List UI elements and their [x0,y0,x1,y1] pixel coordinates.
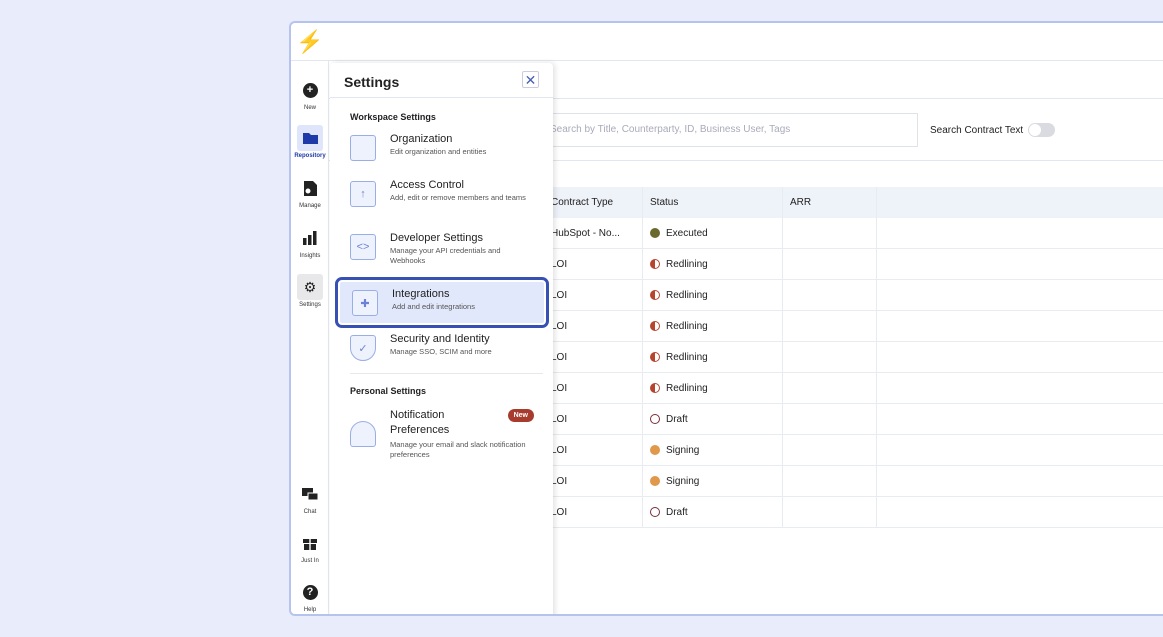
status-dot-icon [650,476,660,486]
left-rail: + New Repository Manage Insights ⚙ Setting… [291,61,329,614]
settings-item-access-control[interactable]: ↑ Access Control Add, edit or remove membe… [338,173,546,218]
settings-panel: Settings ✕ Workspace Settings Organizati… [330,63,553,614]
gift-icon [297,530,323,556]
table-row[interactable]: LOI Redlining [509,280,1163,311]
status-dot-icon [650,352,660,362]
bar-chart-icon [297,225,323,251]
plus-circle-icon: + [297,77,323,103]
settings-item-notification-preferences[interactable]: Notification Preferences Manage your emai… [338,403,546,463]
status-dot-icon [650,507,660,517]
lock-icon: ↑ [350,181,376,207]
app-window: ⚡ + New Repository Manage Insights ⚙ Setti… [289,21,1163,616]
status-cell: Redlining [643,373,783,403]
building-icon [350,135,376,161]
arr-cell [783,280,877,310]
document-gear-icon [297,175,323,201]
status-dot-icon [650,228,660,238]
status-cell: Executed [643,218,783,248]
help-icon: ? [297,579,323,605]
table-row[interactable]: HubSpot - No... Executed [509,218,1163,249]
puzzle-icon: ✚ [352,290,378,316]
rail-help[interactable]: ? Help [291,579,329,613]
rail-new[interactable]: + New [291,77,329,111]
top-bar: ⚡ [291,23,1163,61]
rail-chat[interactable]: Chat [291,481,329,515]
arr-cell [783,373,877,403]
bell-icon [350,421,376,447]
folder-icon [297,125,323,151]
settings-item-developer-settings[interactable]: <> Developer Settings Manage your API cred… [338,226,546,271]
gear-icon: ⚙ [297,274,323,300]
table-row[interactable]: LOI Signing [509,466,1163,497]
arr-cell [783,249,877,279]
table-row[interactable]: LOI Redlining [509,311,1163,342]
rail-repository[interactable]: Repository [291,125,329,159]
status-dot-icon [650,290,660,300]
status-dot-icon [650,383,660,393]
arr-cell [783,435,877,465]
table-header: Contract Type Status ARR [509,187,1163,218]
status-dot-icon [650,414,660,424]
panel-title: Settings [344,74,400,90]
close-icon[interactable]: ✕ [522,71,539,88]
table-row[interactable]: LOI Redlining [509,342,1163,373]
status-cell: Redlining [643,249,783,279]
settings-item-security[interactable]: ✓ Security and Identity Manage SSO, SCIM a… [338,327,546,372]
status-dot-icon [650,259,660,269]
rail-settings[interactable]: ⚙ Settings [291,274,329,308]
chat-icon [297,481,323,507]
shield-check-icon: ✓ [350,335,376,361]
status-dot-icon [650,445,660,455]
toggle-switch[interactable] [1028,123,1056,137]
table-row[interactable]: LOI Signing [509,435,1163,466]
table-row[interactable]: LOI Draft [509,404,1163,435]
status-cell: Draft [643,404,783,434]
contracts-table: Contract Type Status ARR HubSpot - No...… [509,187,1163,528]
table-row[interactable]: LOI Redlining [509,249,1163,280]
rail-insights[interactable]: Insights [291,225,329,259]
search-contract-text-toggle[interactable]: Search Contract Text [917,113,1074,147]
status-cell: Redlining [643,342,783,372]
settings-item-organization[interactable]: Organization Edit organization and entiti… [338,127,546,172]
rail-manage[interactable]: Manage [291,175,329,209]
table-row[interactable]: LOI Draft [509,497,1163,528]
arr-cell [783,342,877,372]
status-cell: Draft [643,497,783,527]
arr-cell [783,497,877,527]
arr-cell [783,466,877,496]
status-cell: Signing [643,466,783,496]
status-cell: Signing [643,435,783,465]
arr-cell [783,404,877,434]
lightning-logo-icon[interactable]: ⚡ [291,23,329,61]
status-cell: Redlining [643,280,783,310]
rail-just-in[interactable]: Just In [291,530,329,564]
code-icon: <> [350,234,376,260]
arr-cell [783,218,877,248]
table-row[interactable]: LOI Redlining [509,373,1163,404]
settings-item-integrations[interactable]: ✚ Integrations Add and edit integrations [335,277,549,328]
status-dot-icon [650,321,660,331]
status-cell: Redlining [643,311,783,341]
new-badge: New [507,409,534,422]
arr-cell [783,311,877,341]
